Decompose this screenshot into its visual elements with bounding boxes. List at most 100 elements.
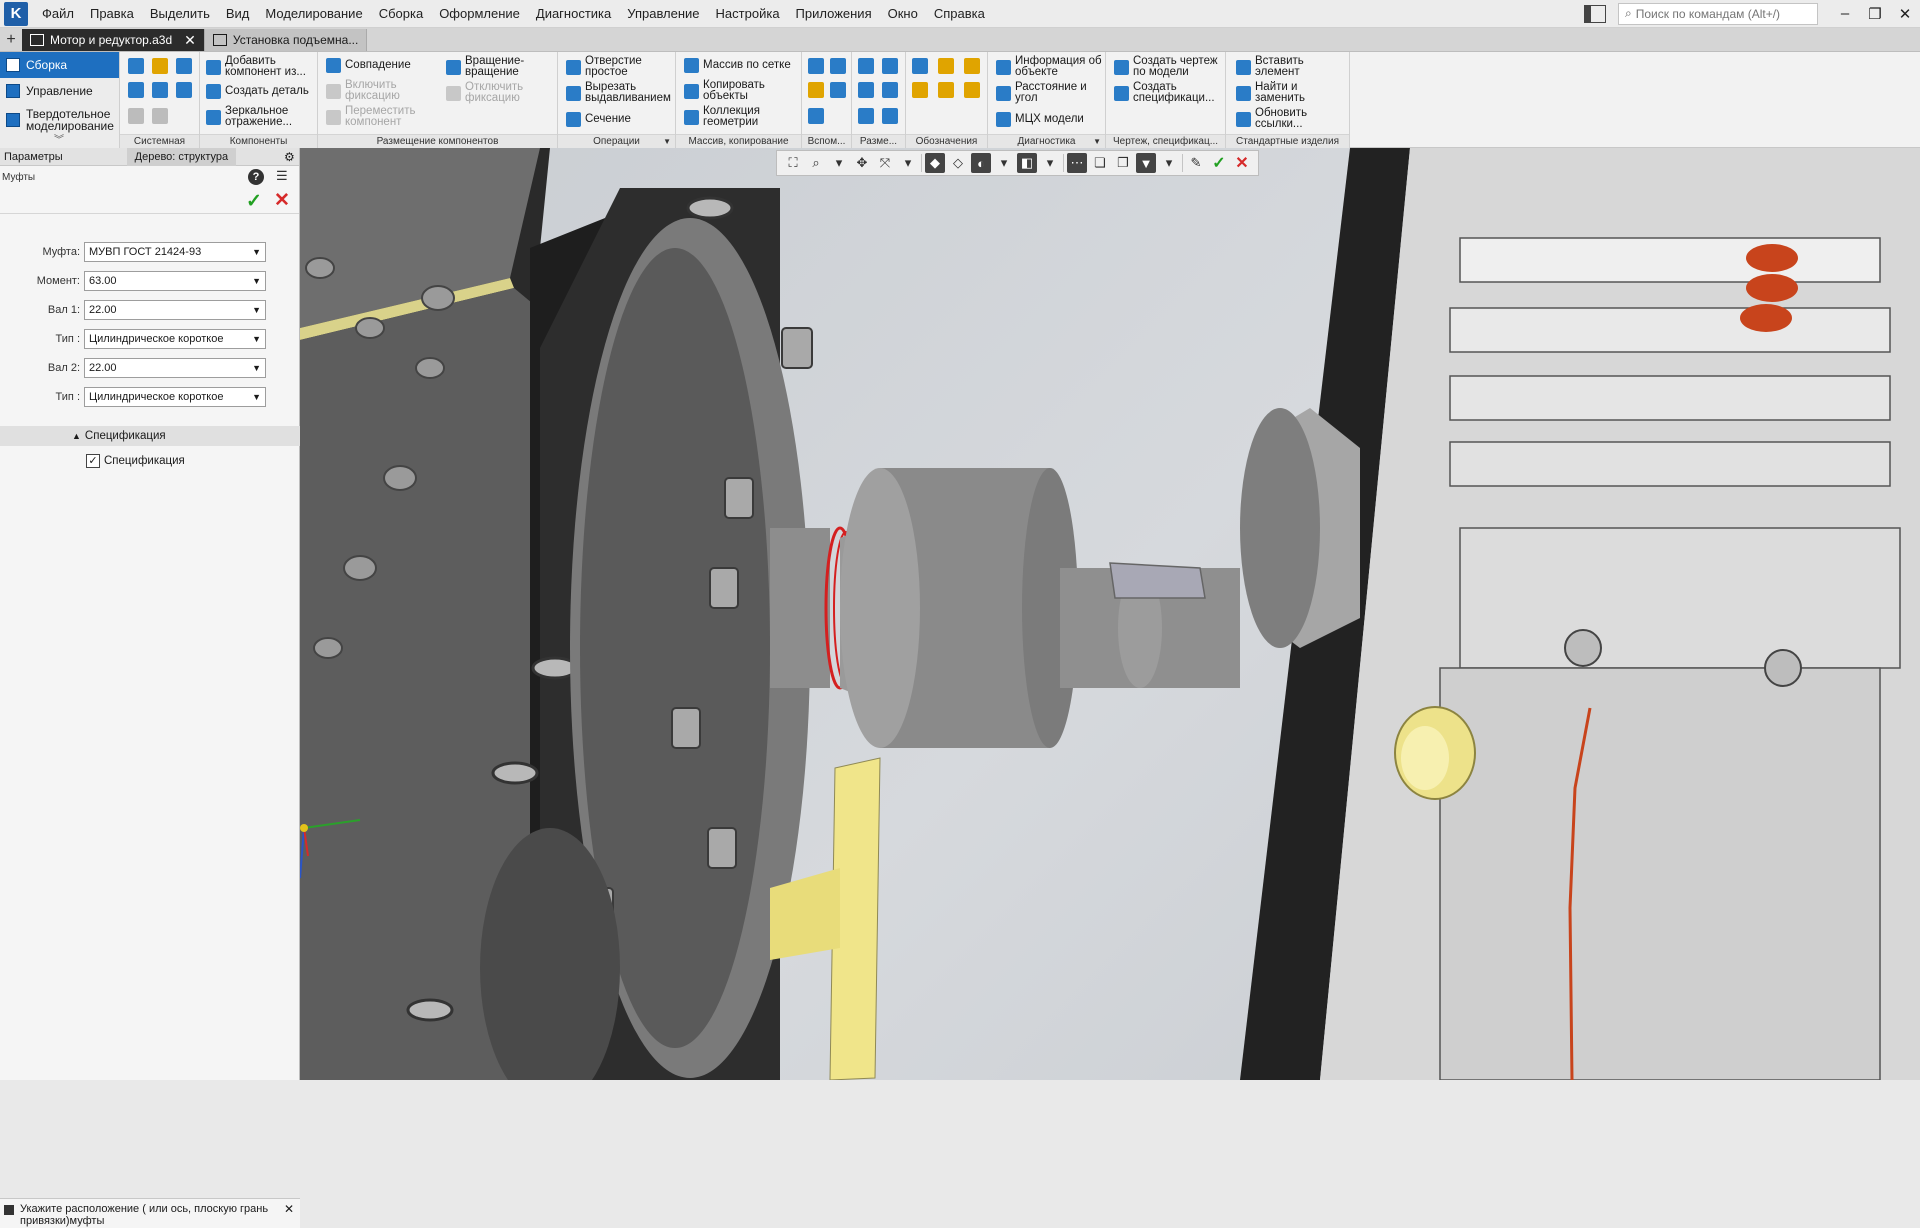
add-component-button[interactable]: Добавить компонент из... — [206, 55, 317, 78]
chevron-down-icon[interactable]: ▼ — [252, 243, 261, 261]
close-tab-icon[interactable]: ✕ — [184, 32, 196, 49]
dropdown-arrow-icon[interactable]: ▾ — [898, 153, 918, 173]
pan-icon[interactable]: ✥ — [852, 153, 872, 173]
dropdown-arrow-icon[interactable]: ▼ — [1093, 135, 1101, 148]
copy-view-icon[interactable]: ❏ — [1090, 153, 1110, 173]
grid-array-button[interactable]: Массив по сетке — [684, 58, 791, 73]
rotation-button[interactable]: Вращение- вращение — [446, 55, 537, 78]
object-info-button[interactable]: Информация об объекте — [996, 55, 1107, 78]
cut-extrude-button[interactable]: Вырезать выдавливанием — [566, 81, 677, 104]
menu-edit[interactable]: Правка — [82, 0, 142, 28]
chevron-down-icon[interactable]: ▼ — [252, 301, 261, 319]
torque-select[interactable]: 63.00 ▼ — [84, 271, 266, 291]
chevron-down-icon[interactable]: ▼ — [252, 388, 261, 406]
hole-button[interactable]: Отверстие простое — [566, 55, 655, 78]
tab-tree-structure[interactable]: Дерево: структура — [126, 147, 237, 166]
enable-fix-button[interactable]: Включить фиксацию — [326, 79, 409, 102]
mark-icon[interactable] — [964, 82, 980, 98]
menu-window[interactable]: Окно — [880, 0, 926, 28]
aux-axis-icon[interactable] — [830, 58, 846, 74]
section-view-icon[interactable]: ◧ — [1017, 153, 1037, 173]
type2-select[interactable]: Цилиндрическое короткое ▼ — [84, 387, 266, 407]
leader-icon[interactable] — [912, 58, 928, 74]
new-file-icon[interactable] — [128, 58, 144, 74]
undo-icon[interactable] — [128, 108, 144, 124]
save-all-icon[interactable] — [176, 82, 192, 98]
dropdown-arrow-icon[interactable]: ▾ — [1159, 153, 1179, 173]
dropdown-arrow-icon[interactable]: ▾ — [829, 153, 849, 173]
geometry-collection-button[interactable]: Коллекция геометрии — [684, 105, 775, 128]
assembly-model[interactable] — [300, 148, 1920, 1080]
specification-checkbox[interactable]: ✓ — [86, 454, 100, 468]
create-spec-button[interactable]: Создать спецификаци... — [1114, 81, 1223, 104]
aux-plane-icon[interactable] — [808, 58, 824, 74]
cancel-button[interactable]: ✕ — [274, 189, 290, 212]
section-button[interactable]: Сечение — [566, 112, 631, 127]
shaft1-select[interactable]: 22.00 ▼ — [84, 300, 266, 320]
find-replace-button[interactable]: Найти и заменить — [1236, 81, 1319, 104]
specification-option[interactable]: ✓ Спецификация — [86, 454, 185, 468]
new-document-button[interactable]: + — [0, 29, 22, 51]
search-input[interactable] — [1635, 6, 1804, 21]
specification-section-header[interactable]: ▲ Спецификация — [0, 426, 300, 446]
filter-icon[interactable]: ▼ — [1136, 153, 1156, 173]
gear-icon[interactable]: ⚙ — [284, 150, 295, 164]
dropdown-arrow-icon[interactable]: ▾ — [1040, 153, 1060, 173]
panel-layout-icon[interactable] — [1584, 4, 1606, 23]
apply-icon[interactable]: ✓ — [1209, 153, 1229, 173]
hide-show-icon[interactable]: ◐ — [971, 153, 991, 173]
menu-modeling[interactable]: Моделирование — [257, 0, 370, 28]
diameter-dim-icon[interactable] — [882, 82, 898, 98]
fit-view-icon[interactable]: ⛶ — [783, 153, 803, 173]
menu-format[interactable]: Оформление — [431, 0, 528, 28]
menu-help[interactable]: Справка — [926, 0, 993, 28]
close-icon[interactable]: ✕ — [284, 1203, 294, 1215]
properties-icon[interactable] — [152, 82, 168, 98]
cancel-icon[interactable]: ✕ — [1232, 153, 1252, 173]
dim-extra-icon[interactable] — [882, 108, 898, 124]
redo-icon[interactable] — [152, 108, 168, 124]
base-icon[interactable] — [964, 58, 980, 74]
confirm-button[interactable]: ✓ — [246, 190, 262, 213]
coupling-select[interactable]: МУВП ГОСТ 21424-93 ▼ — [84, 242, 266, 262]
3d-viewport[interactable]: ⛶ ⌕ ▾ ✥ ⤧ ▾ ◆ ◇ ◐ ▾ ◧ ▾ ⋯ ❏ ❐ ▼ ▾ ✎ ✓ ✕ — [300, 148, 1920, 1080]
wireframe-view-icon[interactable]: ◇ — [948, 153, 968, 173]
chevron-down-icon[interactable]: ▼ — [252, 330, 261, 348]
chevron-down-icon[interactable]: ▼ — [252, 359, 261, 377]
dim-style-icon[interactable] — [858, 108, 874, 124]
mirror-button[interactable]: Зеркальное отражение... — [206, 105, 309, 128]
zoom-icon[interactable]: ⌕ — [806, 153, 826, 173]
mode-manage[interactable]: Управление — [0, 78, 119, 104]
coincidence-button[interactable]: Совпадение — [326, 58, 411, 73]
distance-angle-button[interactable]: Расстояние и угол — [996, 81, 1095, 104]
snap-icon[interactable]: ⋯ — [1067, 153, 1087, 173]
dropdown-arrow-icon[interactable]: ▾ — [994, 153, 1014, 173]
mode-assembly[interactable]: Сборка — [0, 52, 119, 78]
tab-lift-install[interactable]: Установка подъемна... — [204, 29, 368, 51]
create-drawing-button[interactable]: Создать чертеж по модели — [1114, 55, 1223, 78]
tree-icon[interactable]: ☰ — [276, 168, 288, 184]
disable-fix-button[interactable]: Отключить фиксацию — [446, 81, 537, 104]
tolerance-icon[interactable] — [912, 82, 928, 98]
edit-icon[interactable]: ✎ — [1186, 153, 1206, 173]
menu-assembly[interactable]: Сборка — [371, 0, 432, 28]
help-icon[interactable]: ? — [248, 169, 264, 185]
roughness-icon[interactable] — [938, 58, 954, 74]
menu-settings[interactable]: Настройка — [708, 0, 788, 28]
open-file-icon[interactable] — [152, 58, 168, 74]
angular-dim-icon[interactable] — [882, 58, 898, 74]
print-icon[interactable] — [128, 82, 144, 98]
radial-dim-icon[interactable] — [858, 82, 874, 98]
mass-properties-button[interactable]: МЦХ модели — [996, 112, 1084, 127]
minimize-button[interactable]: – — [1830, 0, 1860, 28]
shaft2-select[interactable]: 22.00 ▼ — [84, 358, 266, 378]
tab-motor-reducer[interactable]: Мотор и редуктор.a3d ✕ — [22, 29, 205, 51]
chevron-down-icon[interactable]: ▼ — [252, 272, 261, 290]
type1-select[interactable]: Цилиндрическое короткое ▼ — [84, 329, 266, 349]
command-search[interactable]: ⌕ — [1618, 2, 1818, 25]
menu-view[interactable]: Вид — [218, 0, 258, 28]
close-window-button[interactable]: ✕ — [1890, 0, 1920, 28]
update-links-button[interactable]: Обновить ссылки... — [1236, 107, 1319, 130]
paste-view-icon[interactable]: ❐ — [1113, 153, 1133, 173]
save-icon[interactable] — [176, 58, 192, 74]
